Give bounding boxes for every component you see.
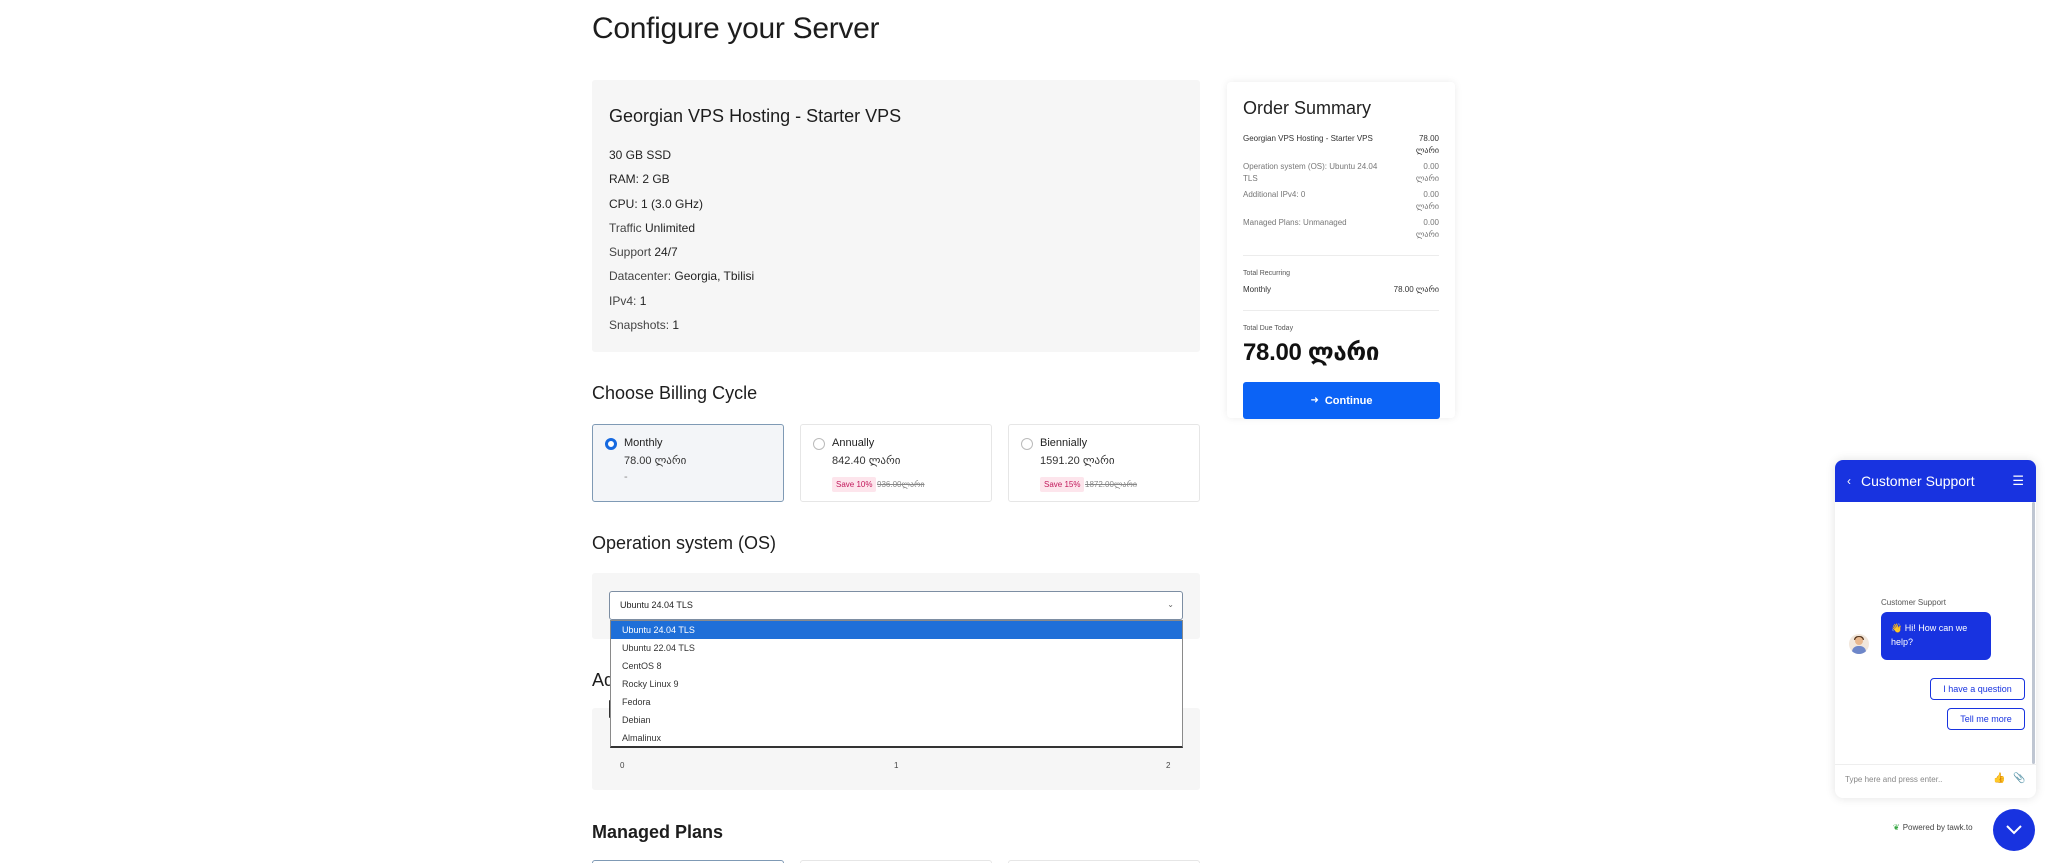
slider-tick: 2 [1166,761,1171,770]
chat-header: ‹ Customer Support ☰ [1835,460,2036,502]
billing-price: 1591.20 ლარი [1040,455,1115,467]
spec-datacenter: Datacenter: Georgia, Tbilisi [609,269,755,284]
spec-storage: 30 GB SSD [609,148,672,162]
billing-option-monthly[interactable]: Monthly 78.00 ლარი - [592,424,784,502]
spec-support: Support 24/7 [609,245,678,260]
quick-reply-button[interactable]: I have a question [1930,678,2025,700]
divider [1243,310,1439,311]
os-heading: Operation system (OS) [592,533,777,553]
order-summary: Order Summary Georgian VPS Hosting - Sta… [1227,82,1455,419]
total-due-amount: 78.00 ლარი [1243,339,1380,366]
chevron-down-icon [2006,825,2022,835]
divider [1243,255,1439,256]
chevron-left-icon[interactable]: ‹ [1847,474,1851,488]
page: Configure your Server Georgian VPS Hosti… [0,0,2048,863]
arrow-right-icon: ➜ [1310,395,1319,406]
os-option[interactable]: Almalinux [611,729,1182,747]
billing-price: 842.40 ლარი [832,455,901,467]
summary-line: Additional IPv4: 0 0.00 ლარი [1243,190,1439,211]
product-name: Georgian VPS Hosting - Starter VPS [609,106,902,126]
os-option[interactable]: Ubuntu 22.04 TLS [611,639,1182,657]
continue-label: Continue [1324,394,1373,407]
order-summary-title: Order Summary [1243,98,1372,118]
billing-price: 78.00 ლარი [624,455,687,467]
save-badge: Save 10% [832,477,877,492]
page-title: Configure your Server [592,12,880,45]
chat-scrollbar[interactable] [2032,502,2035,764]
quick-reply-button[interactable]: Tell me more [1947,708,2025,730]
summary-line: Georgian VPS Hosting - Starter VPS 78.00… [1243,134,1439,155]
summary-line: Operation system (OS): Ubuntu 24.04 TLS … [1243,162,1439,183]
radio-annually[interactable] [813,438,825,450]
chat-title: Customer Support [1861,473,1975,489]
os-option[interactable]: Rocky Linux 9 [611,675,1182,693]
spec-snapshots: Snapshots: 1 [609,318,680,333]
slider-tick: 1 [894,761,899,770]
total-recurring-label: Total Recurring [1243,270,1291,277]
os-option[interactable]: Ubuntu 24.04 TLS [611,621,1182,639]
billing-name: Annually [832,437,875,449]
paperclip-icon[interactable]: 📎 [2013,773,2025,784]
billing-note: - [624,471,628,483]
avatar [1849,634,1869,654]
chat-input[interactable]: Type here and press enter.. [1835,764,2036,798]
save-badge: Save 15% [1040,477,1085,492]
summary-line: Managed Plans: Unmanaged 0.00 ლარი [1243,218,1439,239]
ipv4-heading: Ad [592,670,611,690]
os-option[interactable]: CentOS 8 [611,657,1182,675]
chat-toggle-button[interactable] [1993,809,2035,851]
old-price: 936.00ლარი [877,480,925,489]
billing-name: Monthly [624,437,663,449]
total-due-label: Total Due Today [1243,325,1294,332]
os-select[interactable]: Ubuntu 24.04 TLS ⌄ [609,591,1183,620]
radio-biennially[interactable] [1021,438,1033,450]
billing-option-biennially[interactable]: Biennially 1591.20 ლარი Save 15% 1872.00… [1008,424,1200,502]
managed-heading: Managed Plans [592,822,724,842]
radio-monthly[interactable] [605,438,617,450]
product-card: Georgian VPS Hosting - Starter VPS 30 GB… [592,80,1200,352]
billing-heading: Choose Billing Cycle [592,383,758,403]
chat-message: 👋 Hi! How can we help? [1881,612,1991,660]
menu-icon[interactable]: ☰ [2012,473,2024,489]
os-dropdown-list: Ubuntu 24.04 TLS Ubuntu 22.04 TLS CentOS… [610,620,1183,748]
billing-option-annually[interactable]: Annually 842.40 ლარი Save 10% 936.00ლარი [800,424,992,502]
spec-cpu: CPU: 1 (3.0 GHz) [609,196,704,211]
chat-widget: ‹ Customer Support ☰ Customer Support 👋 … [1835,460,2036,798]
thumbs-up-icon[interactable]: 👍 [1993,773,2005,784]
os-select-value: Ubuntu 24.04 TLS [620,600,693,610]
os-option[interactable]: Debian [611,711,1182,729]
spec-ram: RAM: 2 GB [609,172,670,187]
os-option[interactable]: Fedora [611,693,1182,711]
powered-by[interactable]: ❦ Powered by tawk.to [1893,823,1973,832]
spec-traffic: Traffic Unlimited [609,220,696,235]
continue-button[interactable]: ➜ Continue [1243,382,1440,419]
chevron-down-icon: ⌄ [1167,600,1174,609]
old-price: 1872.00ლარი [1085,480,1138,489]
slider-tick: 0 [620,761,625,770]
spec-ipv4: IPv4: 1 [609,293,647,308]
tawk-leaf-icon: ❦ [1893,823,1900,832]
recurring-line: Monthly 78.00 ლარი [1243,285,1439,294]
agent-name: Customer Support [1881,598,1946,607]
billing-name: Biennially [1040,437,1088,449]
